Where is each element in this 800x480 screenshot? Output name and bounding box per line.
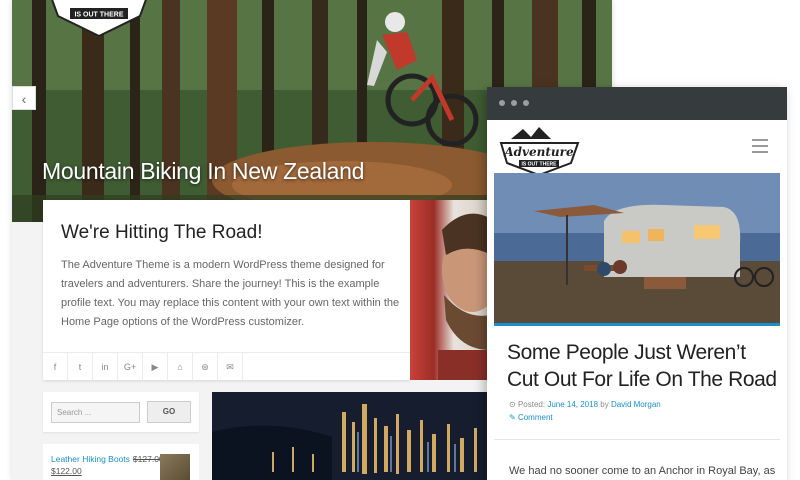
city-skyline-image bbox=[212, 392, 488, 480]
shop-product-thumbnail[interactable] bbox=[160, 454, 190, 480]
post-divider bbox=[494, 439, 780, 440]
window-dot-icon bbox=[511, 100, 517, 106]
social-icons-bar: f t in G+ ▶ ⌂ ⊛ ✉ bbox=[43, 352, 410, 381]
hero-title: Mountain Biking In New Zealand bbox=[42, 158, 365, 184]
svg-text:IS OUT THERE: IS OUT THERE bbox=[74, 12, 123, 19]
linkedin-icon[interactable]: in bbox=[93, 353, 118, 381]
shop-product-link[interactable]: Leather Hiking Boots bbox=[51, 454, 130, 464]
facebook-icon[interactable]: f bbox=[43, 353, 68, 381]
shop-product-row: Leather Hiking Boots $127.00 bbox=[51, 454, 164, 464]
mobile-window-bar bbox=[487, 87, 787, 120]
svg-text:IS OUT THERE: IS OUT THERE bbox=[521, 162, 557, 168]
city-night-image bbox=[212, 392, 488, 480]
post-comment-row: ✎ Comment bbox=[509, 413, 553, 422]
post-excerpt: We had no sooner come to an Anchor in Ro… bbox=[509, 465, 776, 477]
intro-heading: We're Hitting The Road! bbox=[61, 222, 263, 243]
profile-photo bbox=[410, 200, 490, 380]
post-date-link[interactable]: June 14, 2018 bbox=[547, 400, 598, 409]
post-title[interactable]: Some People Just Weren’t Cut Out For Lif… bbox=[507, 339, 777, 393]
post-featured-image[interactable] bbox=[494, 173, 780, 323]
man-portrait-image bbox=[438, 213, 490, 380]
dribbble-icon[interactable]: ⊛ bbox=[193, 353, 218, 381]
adventure-logo[interactable]: Adventure IS OUT THERE bbox=[497, 125, 582, 177]
post-author-link[interactable]: David Morgan bbox=[611, 400, 661, 409]
window-dot-icon bbox=[499, 100, 505, 106]
post-meta: ⊙ Posted: June 14, 2018 by David Morgan bbox=[509, 400, 661, 409]
shop-widget: Leather Hiking Boots $127.00 $122.00 bbox=[43, 444, 199, 480]
intro-card: We're Hitting The Road! The Adventure Th… bbox=[43, 200, 410, 381]
search-widget: Search ... GO bbox=[43, 392, 199, 432]
youtube-icon[interactable]: ▶ bbox=[143, 353, 168, 381]
google-plus-icon[interactable]: G+ bbox=[118, 353, 143, 381]
by-label: by bbox=[600, 400, 609, 409]
slider-prev-button[interactable]: ‹ bbox=[12, 86, 36, 110]
search-input[interactable]: Search ... bbox=[51, 402, 140, 423]
email-icon[interactable]: ✉ bbox=[218, 353, 243, 381]
image-accent-line bbox=[494, 323, 780, 326]
comment-link[interactable]: Comment bbox=[518, 413, 553, 422]
menu-hamburger-icon[interactable] bbox=[752, 139, 768, 153]
adventure-logo-top: IS OUT THERE bbox=[51, 0, 147, 38]
intro-text: The Adventure Theme is a modern WordPres… bbox=[61, 259, 400, 328]
search-go-button[interactable]: GO bbox=[147, 401, 191, 423]
github-icon[interactable]: ⌂ bbox=[168, 353, 193, 381]
shop-price: $122.00 bbox=[51, 466, 82, 476]
window-dot-icon bbox=[523, 100, 529, 106]
clock-icon: ⊙ bbox=[509, 400, 516, 409]
svg-text:Adventure: Adventure bbox=[503, 145, 574, 159]
comment-icon: ✎ bbox=[509, 413, 516, 422]
posted-label: Posted: bbox=[517, 400, 546, 409]
twitter-icon[interactable]: t bbox=[68, 353, 93, 381]
mobile-mockup: Adventure IS OUT THERE Some People Just … bbox=[487, 87, 787, 480]
camper-trailer-image bbox=[494, 173, 780, 323]
showcase-stage: IS OUT THERE ‹ Mountain Biking In New Ze… bbox=[0, 0, 800, 480]
